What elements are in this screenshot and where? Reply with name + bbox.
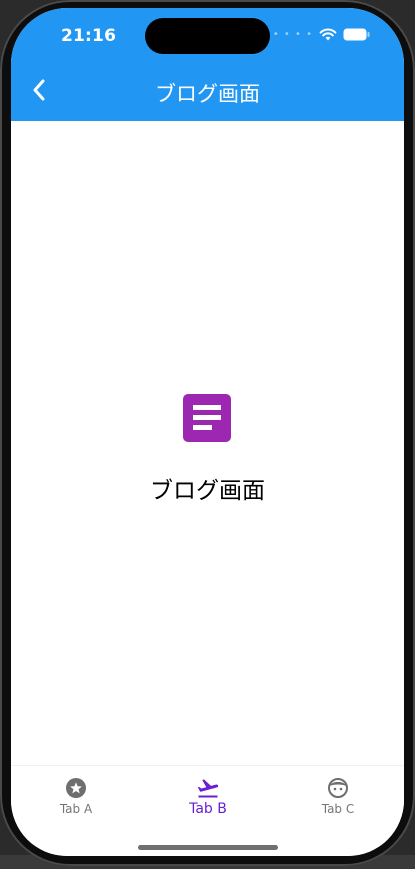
page-title: ブログ画面 [155,82,260,106]
main-content: ブログ画面 [11,121,404,765]
status-bar: 21:16 • • • • [11,8,404,60]
status-icons: • • • • [273,28,370,41]
face-icon [328,778,348,798]
status-time: 21:16 [61,26,117,46]
content-title: ブログ画面 [150,478,265,504]
tab-b-label: Tab B [189,801,227,817]
tab-a[interactable]: Tab A [16,774,136,824]
tab-b[interactable]: Tab B [148,774,268,824]
article-icon [183,394,231,442]
flight-takeoff-icon [197,779,219,798]
tab-c-label: Tab C [321,802,355,816]
dynamic-island [145,18,270,54]
bottom-navigation-bar: Tab A Tab B Tab C [11,765,404,856]
cellular-dots-icon: • • • • [272,29,313,40]
app-bar: ブログ画面 [11,60,404,121]
tab-a-label: Tab A [59,802,93,816]
phone-frame: 21:16 • • • • ブログ画面 ブログ画面 Tab A Tab B Ta… [0,0,415,866]
battery-icon [343,28,370,41]
wifi-icon [319,28,337,41]
phone-screen: 21:16 • • • • ブログ画面 ブログ画面 Tab A Tab B Ta… [11,8,404,856]
home-indicator[interactable] [138,845,278,850]
tab-c[interactable]: Tab C [278,774,398,824]
stars-icon [66,778,86,798]
